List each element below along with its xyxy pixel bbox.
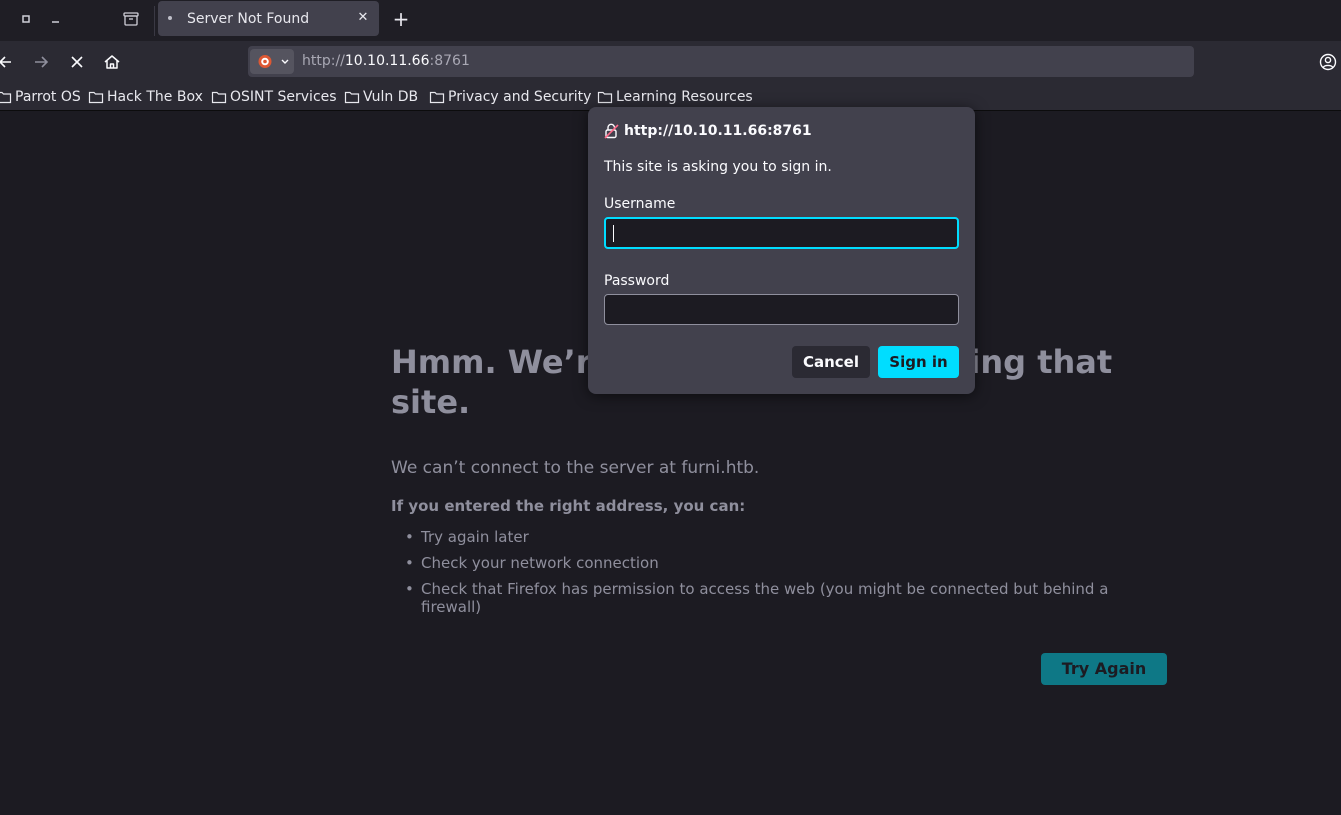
bookmark-label: Hack The Box: [107, 89, 203, 105]
username-label: Username: [604, 196, 676, 212]
home-icon[interactable]: [102, 52, 122, 72]
bookmark-label: Parrot OS: [15, 89, 81, 105]
bookmark-label: OSINT Services: [230, 89, 337, 105]
sign-in-button[interactable]: Sign in: [878, 346, 959, 378]
password-input[interactable]: [604, 294, 959, 325]
username-input[interactable]: [604, 217, 959, 249]
dialog-message: This site is asking you to sign in.: [604, 159, 832, 175]
folder-icon: [344, 91, 360, 104]
bookmark-folder-osint-services[interactable]: OSINT Services: [211, 88, 337, 106]
tab-title: Server Not Found: [187, 11, 310, 27]
folder-icon: [0, 91, 12, 104]
text-caret: [613, 225, 614, 242]
cancel-button[interactable]: Cancel: [792, 346, 870, 378]
suggestion-item: Check your network connection: [405, 554, 1125, 572]
account-icon[interactable]: [1318, 52, 1338, 72]
suggestion-item: Check that Firefox has permission to acc…: [405, 580, 1125, 616]
tab-separator: [154, 6, 155, 36]
error-description: We can’t connect to the server at furni.…: [391, 458, 760, 478]
url-scheme: http://: [302, 53, 345, 69]
restore-icon[interactable]: [19, 12, 33, 26]
folder-icon: [597, 91, 613, 104]
tab-server-not-found[interactable]: Server Not Found ✕: [158, 1, 379, 36]
bookmark-folder-parrot-os[interactable]: Parrot OS: [0, 88, 81, 106]
stop-loading-icon[interactable]: [67, 52, 87, 72]
bookmark-folder-learning-resources[interactable]: Learning Resources: [597, 88, 753, 106]
bookmark-label: Learning Resources: [616, 89, 753, 105]
folder-icon: [88, 91, 104, 104]
back-arrow-icon[interactable]: [0, 52, 16, 72]
url-text[interactable]: http://10.10.11.66:8761: [302, 53, 470, 69]
dialog-header: http://10.10.11.66:8761: [604, 123, 812, 139]
bookmark-folder-privacy-and-security[interactable]: Privacy and Security: [429, 88, 591, 106]
auth-dialog: http://10.10.11.66:8761 This site is ask…: [588, 107, 975, 394]
insecure-lock-icon: [604, 123, 619, 139]
minimize-icon[interactable]: [49, 12, 63, 26]
password-label: Password: [604, 273, 670, 289]
close-icon[interactable]: ✕: [354, 9, 372, 27]
bookmark-label: Privacy and Security: [448, 89, 592, 105]
tab-loading-icon: [168, 16, 172, 20]
bookmark-folder-hack-the-box[interactable]: Hack The Box: [88, 88, 203, 106]
suggestion-item: Try again later: [405, 528, 1125, 546]
bookmark-folder-vuln-db[interactable]: Vuln DB: [344, 88, 418, 106]
navigation-toolbar: http://10.10.11.66:8761: [0, 41, 1341, 82]
tab-strip: Server Not Found ✕ +: [0, 0, 1341, 41]
new-tab-button[interactable]: +: [390, 8, 412, 30]
url-bar[interactable]: http://10.10.11.66:8761: [248, 46, 1194, 77]
error-suggestions-list: Try again later Check your network conne…: [405, 528, 1125, 624]
bookmark-label: Vuln DB: [363, 89, 419, 105]
forward-arrow-icon[interactable]: [31, 52, 51, 72]
dialog-origin: http://10.10.11.66:8761: [624, 123, 812, 139]
try-again-button[interactable]: Try Again: [1041, 653, 1167, 685]
error-suggestions-heading: If you entered the right address, you ca…: [391, 497, 746, 515]
url-port: :8761: [429, 53, 470, 69]
url-host: 10.10.11.66: [344, 53, 430, 69]
folder-icon: [211, 91, 227, 104]
tab-list-icon[interactable]: [122, 10, 140, 28]
folder-icon: [429, 91, 445, 104]
site-identity-button[interactable]: [250, 49, 294, 74]
